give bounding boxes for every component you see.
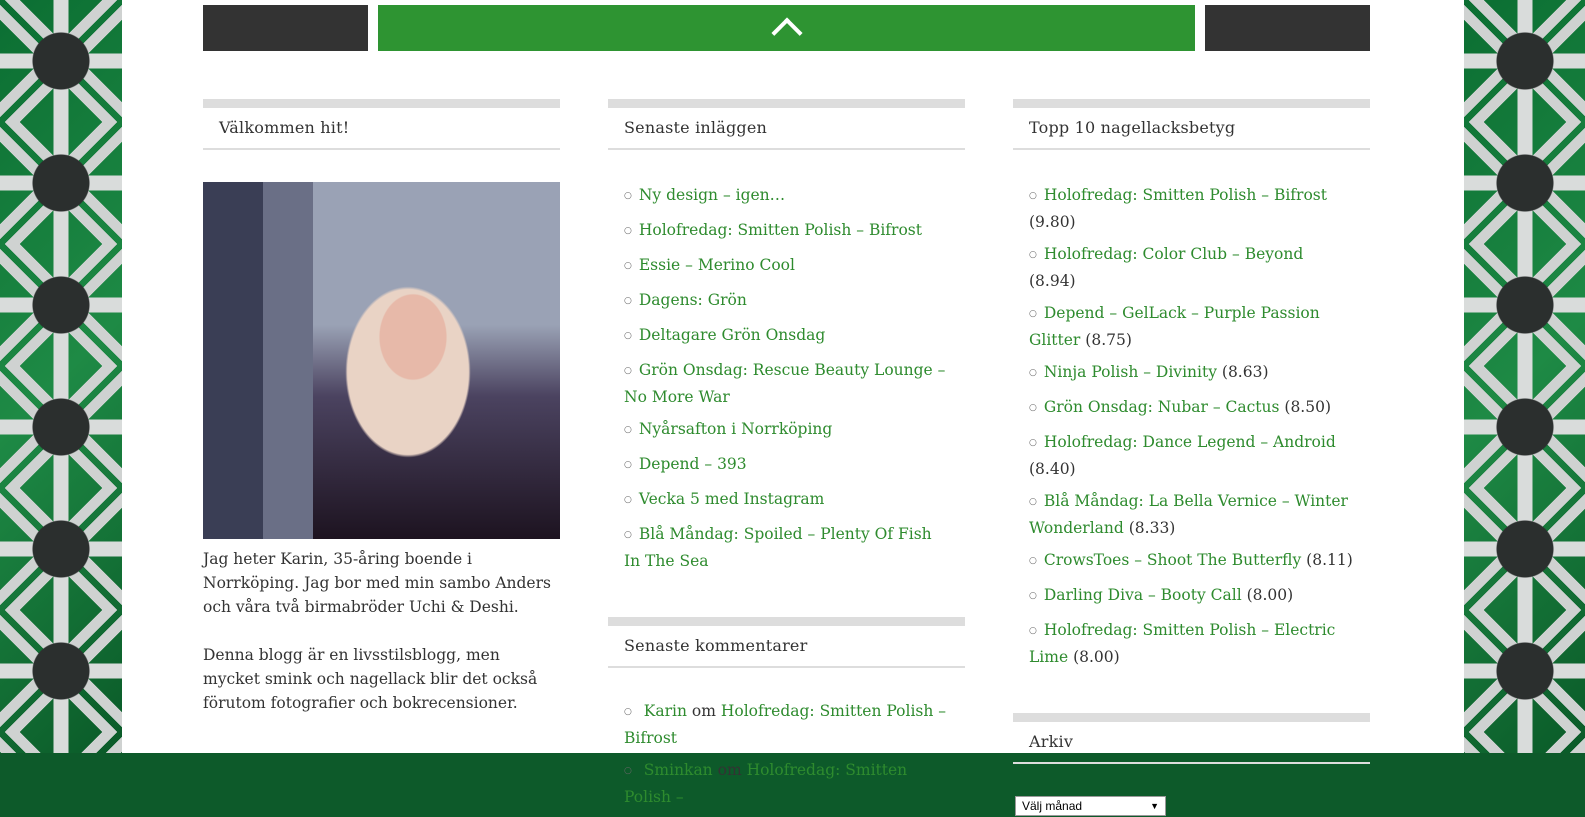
rating-score: (8.40) <box>1029 460 1076 478</box>
rating-link[interactable]: Blå Måndag: La Bella Vernice – Winter Wo… <box>1029 492 1348 537</box>
topbar-right-block <box>1205 5 1370 51</box>
scroll-to-top-button[interactable] <box>378 5 1195 51</box>
list-item: Karin om Holofredag: Smitten Polish – Bi… <box>624 699 949 750</box>
profile-photo <box>203 182 560 539</box>
list-item: Grön Onsdag: Nubar – Cactus (8.50) <box>1029 395 1354 422</box>
list-item: Ninja Polish – Divinity (8.63) <box>1029 360 1354 387</box>
list-item: Darling Diva – Booty Call (8.00) <box>1029 583 1354 610</box>
rating-link[interactable]: Ninja Polish – Divinity <box>1044 363 1217 381</box>
list-item: Holofredag: Smitten Polish – Bifrost <box>624 218 949 245</box>
rating-score: (8.00) <box>1246 586 1294 604</box>
rating-score: (8.50) <box>1284 398 1331 416</box>
post-link[interactable]: Ny design – igen… <box>639 186 785 204</box>
archive-widget: Arkiv Välj månad ▼ <box>1013 713 1370 816</box>
widget-title: Arkiv <box>1013 713 1370 764</box>
rating-link[interactable]: Grön Onsdag: Nubar – Cactus <box>1044 398 1280 416</box>
select-value: Välj månad <box>1022 799 1083 813</box>
about-text: Jag heter Karin, 35-åring boende i Norrk… <box>203 550 551 616</box>
post-link[interactable]: Holofredag: Smitten Polish – Bifrost <box>639 221 922 239</box>
list-item: Deltagare Grön Onsdag <box>624 323 949 350</box>
archive-month-select[interactable]: Välj månad ▼ <box>1015 796 1166 816</box>
list-item: Vecka 5 med Instagram <box>624 487 949 514</box>
list-item: Holofredag: Color Club – Beyond (8.94) <box>1029 242 1354 293</box>
post-link[interactable]: Vecka 5 med Instagram <box>639 490 825 508</box>
post-link[interactable]: Blå Måndag: Spoiled – Plenty Of Fish In … <box>624 525 932 570</box>
widget-title: Topp 10 nagellacksbetyg <box>1013 99 1370 150</box>
list-item: Ny design – igen… <box>624 183 949 210</box>
list-item: CrowsToes – Shoot The Butterfly (8.11) <box>1029 548 1354 575</box>
list-item: Depend – 393 <box>624 452 949 479</box>
rating-link[interactable]: Darling Diva – Booty Call <box>1044 586 1242 604</box>
list-item: Sminkan om Holofredag: Smitten Polish – <box>624 758 949 809</box>
recent-posts-list: Ny design – igen… Holofredag: Smitten Po… <box>608 183 965 573</box>
post-link[interactable]: Essie – Merino Cool <box>639 256 795 274</box>
post-link[interactable]: Deltagare Grön Onsdag <box>639 326 825 344</box>
rating-score: (8.11) <box>1306 551 1353 569</box>
rating-link[interactable]: Holofredag: Dance Legend – Android <box>1044 433 1336 451</box>
rating-link[interactable]: CrowsToes – Shoot The Butterfly <box>1044 551 1301 569</box>
rating-link[interactable]: Holofredag: Smitten Polish – Bifrost <box>1044 186 1327 204</box>
widget-title: Senaste inläggen <box>608 99 965 150</box>
dropdown-arrow-icon: ▼ <box>1150 801 1159 811</box>
recent-posts-widget: Senaste inläggen Ny design – igen… Holof… <box>608 99 965 817</box>
rating-score: (9.80) <box>1029 213 1076 231</box>
post-link[interactable]: Dagens: Grön <box>639 291 747 309</box>
rating-score: (8.94) <box>1029 272 1076 290</box>
page: Välkommen hit! Jag heter Karin, 35-åring… <box>122 0 1464 816</box>
list-item: Holofredag: Smitten Polish – Electric Li… <box>1029 618 1354 669</box>
post-link[interactable]: Depend – 393 <box>639 455 747 473</box>
rating-link[interactable]: Holofredag: Color Club – Beyond <box>1044 245 1303 263</box>
about-widget: Välkommen hit! Jag heter Karin, 35-åring… <box>203 99 560 739</box>
list-item: Blå Måndag: La Bella Vernice – Winter Wo… <box>1029 489 1354 540</box>
top10-list: Holofredag: Smitten Polish – Bifrost (9.… <box>1013 183 1370 669</box>
comment-author-link[interactable]: Sminkan <box>644 761 713 779</box>
background-pattern-left <box>0 0 122 753</box>
list-item: Dagens: Grön <box>624 288 949 315</box>
comment-om-text: om <box>691 702 716 720</box>
widget-title: Senaste kommentarer <box>608 617 965 668</box>
list-item: Holofredag: Dance Legend – Android (8.40… <box>1029 430 1354 481</box>
background-pattern-right <box>1464 0 1585 753</box>
widget-title: Välkommen hit! <box>203 99 560 150</box>
list-item: Blå Måndag: Spoiled – Plenty Of Fish In … <box>624 522 949 573</box>
top10-widget: Topp 10 nagellacksbetyg Holofredag: Smit… <box>1013 99 1370 816</box>
comment-author-link[interactable]: Karin <box>644 702 687 720</box>
list-item: Nyårsafton i Norrköping <box>624 417 949 444</box>
rating-score: (8.63) <box>1221 363 1269 381</box>
recent-comments-list: Karin om Holofredag: Smitten Polish – Bi… <box>608 699 965 809</box>
list-item: Essie – Merino Cool <box>624 253 949 280</box>
about-text: Denna blogg är en livsstilsblogg, men my… <box>203 646 538 712</box>
list-item: Grön Onsdag: Rescue Beauty Lounge – No M… <box>624 358 949 409</box>
recent-comments-widget: Senaste kommentarer Karin om Holofredag:… <box>608 617 965 809</box>
rating-score: (8.75) <box>1085 331 1132 349</box>
post-link[interactable]: Grön Onsdag: Rescue Beauty Lounge – No M… <box>624 361 945 406</box>
rating-score: (8.00) <box>1073 648 1120 666</box>
post-link[interactable]: Nyårsafton i Norrköping <box>639 420 832 438</box>
list-item: Depend – GelLack – Purple Passion Glitte… <box>1029 301 1354 352</box>
topbar-left-block <box>203 5 368 51</box>
rating-link[interactable]: Depend – GelLack – Purple Passion Glitte… <box>1029 304 1320 349</box>
rating-score: (8.33) <box>1128 519 1176 537</box>
list-item: Holofredag: Smitten Polish – Bifrost (9.… <box>1029 183 1354 234</box>
chevron-up-icon <box>770 17 803 49</box>
comment-om-text: om <box>717 761 742 779</box>
